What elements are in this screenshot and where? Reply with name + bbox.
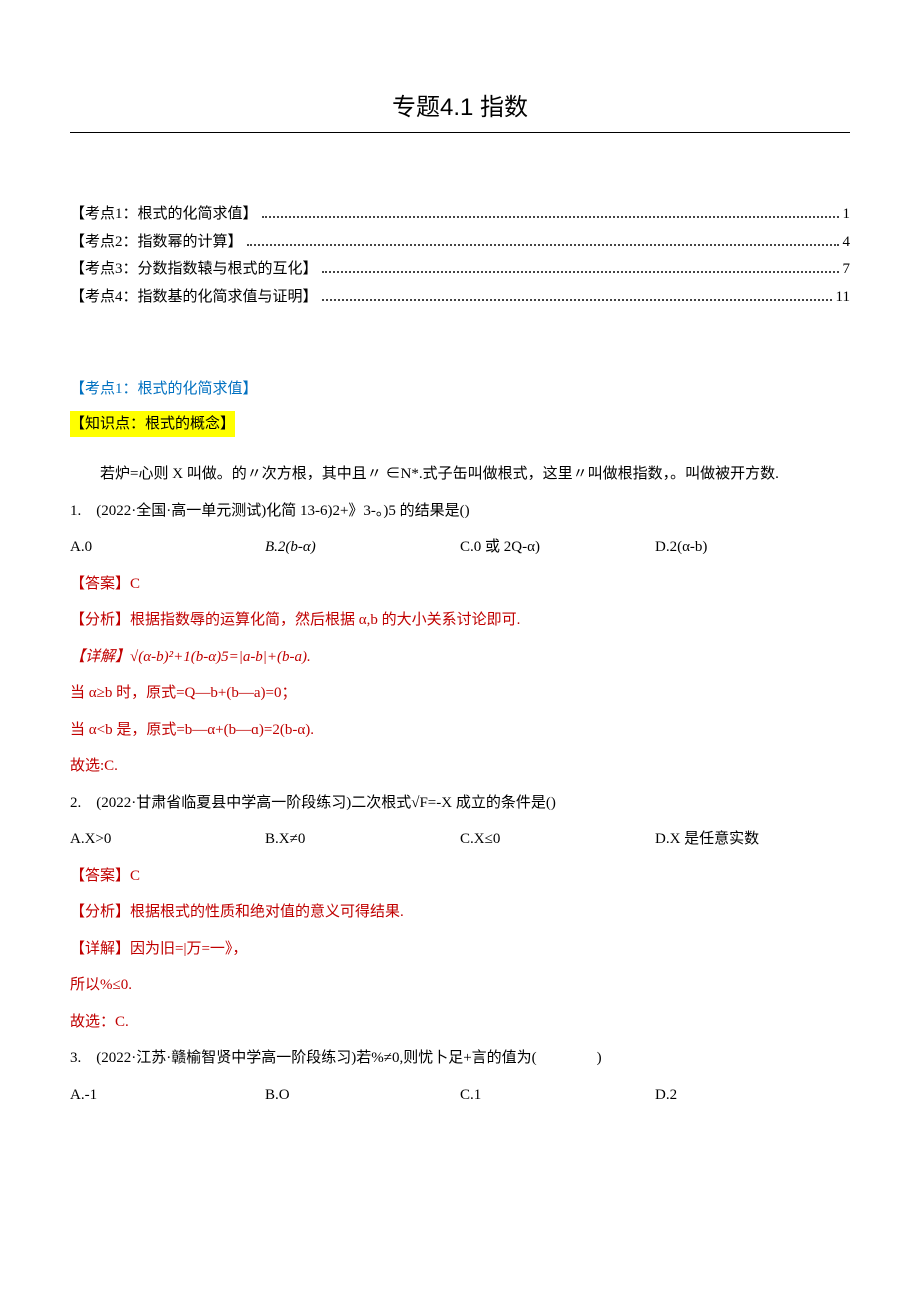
section-heading: 【考点1：根式的化简求值】 [70,378,850,401]
option-b: B.2(b-α) [265,536,460,559]
toc-page: 7 [843,258,851,281]
options-row: A.0 B.2(b-α) C.0 或 2Q-α) D.2(α-b) [70,536,850,559]
toc-leader [322,261,839,274]
so-text: 所以%≤0. [70,974,850,997]
option-c: C.X≤0 [460,828,655,851]
option-b: B.X≠0 [265,828,460,851]
toc-label: 【考点3：分数指数辕与根式的互化】 [70,258,318,281]
knowledge-point-label: 【知识点：根式的概念】 [70,411,235,438]
toc-page: 4 [843,231,851,254]
option-d: D.2(α-b) [655,536,850,559]
option-c: C.1 [460,1084,655,1107]
answer-label: 【答案】C [70,865,850,888]
choose-text: 故选：C. [70,1011,850,1034]
toc-label: 【考点1：根式的化简求值】 [70,203,258,226]
option-b: B.O [265,1084,460,1107]
toc-leader [322,288,832,301]
toc-leader [247,233,839,246]
detail-text: 【详解】√(α-b)²+1(b-α)5=|a-b|+(b-a). [70,646,850,669]
answer-label: 【答案】C [70,573,850,596]
toc-leader [262,206,839,219]
option-d: D.X 是任意实数 [655,828,850,851]
detail-text: 【详解】因为旧=|万=一》， [70,938,850,961]
toc-item: 【考点2：指数幂的计算】 4 [70,231,850,254]
option-a: A.-1 [70,1084,265,1107]
option-d: D.2 [655,1084,850,1107]
toc-label: 【考点2：指数幂的计算】 [70,231,243,254]
analysis-text: 【分析】根据根式的性质和绝对值的意义可得结果. [70,901,850,924]
analysis-text: 【分析】根据指数辱的运算化简，然后根据 α,b 的大小关系讨论即可. [70,609,850,632]
options-row: A.-1 B.O C.1 D.2 [70,1084,850,1107]
toc-item: 【考点4：指数基的化简求值与证明】 11 [70,286,850,309]
option-a: A.0 [70,536,265,559]
toc-label: 【考点4：指数基的化简求值与证明】 [70,286,318,309]
question-stem: 2. (2022·甘肃省临夏县中学高一阶段练习)二次根式√F=-X 成立的条件是… [70,792,850,815]
title-underline [70,132,850,133]
table-of-contents: 【考点1：根式的化简求值】 1 【考点2：指数幂的计算】 4 【考点3：分数指数… [70,203,850,308]
case-text: 当 α≥b 时，原式=Q—b+(b—a)=0； [70,682,850,705]
toc-item: 【考点1：根式的化简求值】 1 [70,203,850,226]
page-title: 专题4.1 指数 [392,90,528,126]
options-row: A.X>0 B.X≠0 C.X≤0 D.X 是任意实数 [70,828,850,851]
toc-item: 【考点3：分数指数辕与根式的互化】 7 [70,258,850,281]
toc-page: 11 [836,286,850,309]
choose-text: 故选:C. [70,755,850,778]
option-a: A.X>0 [70,828,265,851]
concept-text: 若炉=心则 X 叫做。的〃次方根，其中且〃 ∈N*.式子缶叫做根式，这里〃叫做根… [70,463,850,486]
question-stem: 3. (2022·江苏·赣榆智贤中学高一阶段练习)若%≠0,则忧卜足+言的值为(… [70,1047,850,1070]
question-stem: 1. (2022·全国·高一单元测试)化简 13-6)2+》3-。)5 的结果是… [70,500,850,523]
toc-page: 1 [843,203,851,226]
option-c: C.0 或 2Q-α) [460,536,655,559]
case-text: 当 α<b 是，原式=b—α+(b—ɑ)=2(b-α). [70,719,850,742]
